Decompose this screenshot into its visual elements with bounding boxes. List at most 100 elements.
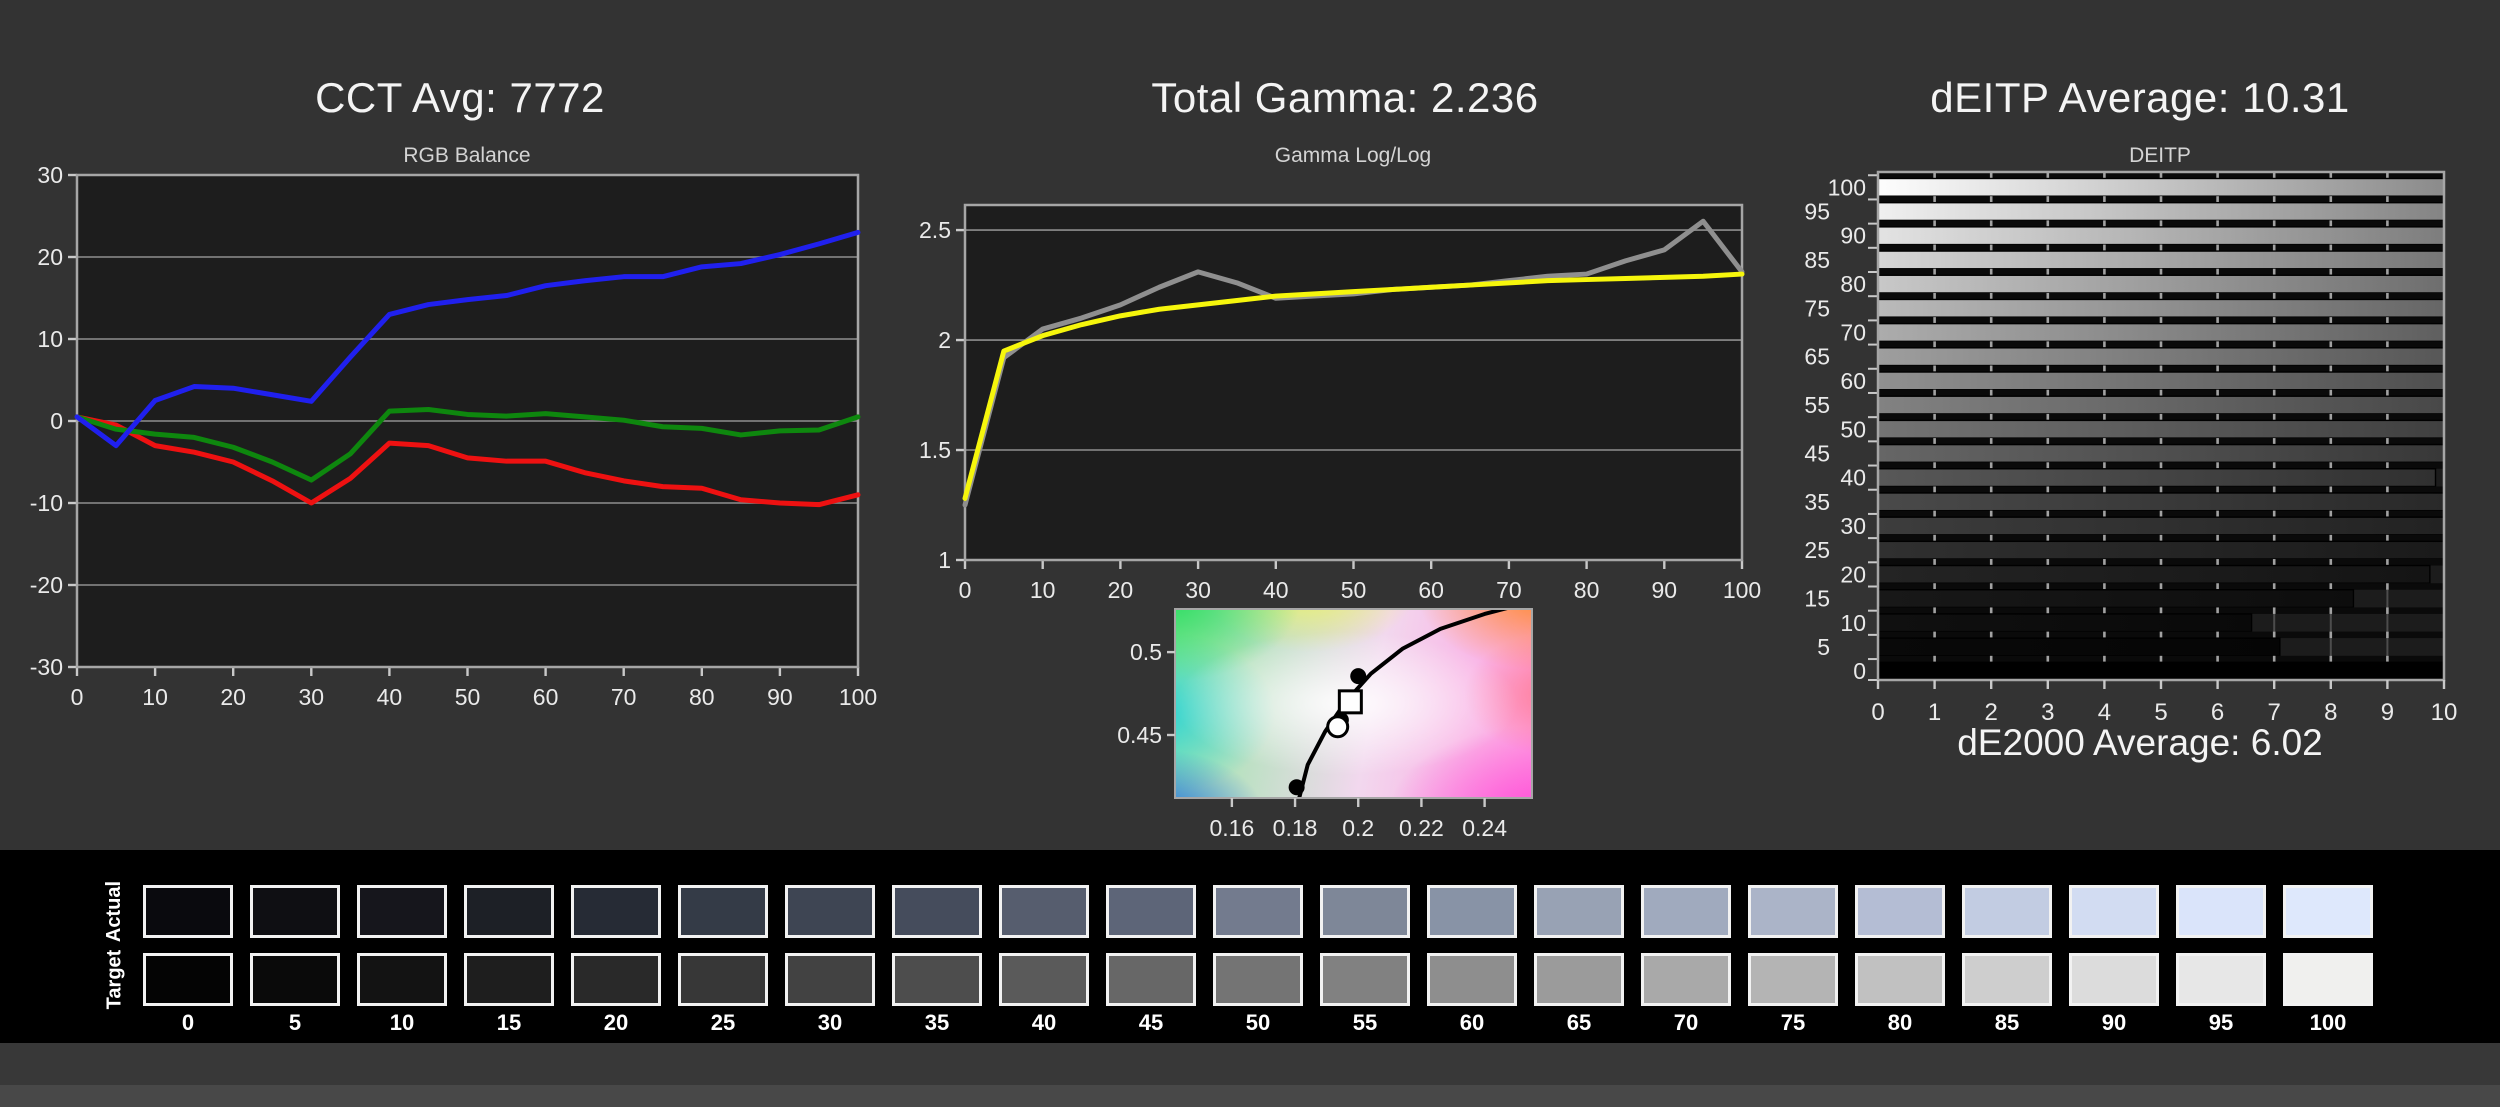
svg-text:60: 60 — [1840, 368, 1866, 394]
swatch-label: 60 — [1459, 1010, 1485, 1035]
svg-text:2.5: 2.5 — [919, 217, 951, 243]
svg-text:95: 95 — [1804, 199, 1830, 225]
svg-text:10: 10 — [1030, 577, 1056, 603]
swatch-target — [2069, 953, 2159, 1006]
svg-text:0: 0 — [1871, 699, 1884, 726]
svg-text:90: 90 — [767, 684, 793, 710]
swatch-actual — [892, 885, 982, 938]
swatch-actual — [999, 885, 1089, 938]
swatch-actual — [1962, 885, 2052, 938]
swatch-actual — [357, 885, 447, 938]
swatch-actual — [2283, 885, 2373, 938]
swatch-target — [250, 953, 340, 1006]
svg-text:2: 2 — [938, 327, 951, 353]
svg-text:70: 70 — [611, 684, 637, 710]
svg-text:100: 100 — [839, 684, 877, 710]
target-row-label: Target — [103, 949, 126, 1010]
calibration-report-page: CCT Avg: 7772 RGB Balance Total Gamma: 2… — [0, 0, 2500, 1107]
swatch-target — [1641, 953, 1731, 1006]
svg-text:3: 3 — [2041, 699, 2054, 726]
svg-text:0: 0 — [959, 577, 972, 603]
svg-text:10: 10 — [2431, 699, 2458, 726]
svg-text:90: 90 — [1840, 223, 1866, 249]
swatch-label: 40 — [1031, 1010, 1057, 1035]
svg-text:0.18: 0.18 — [1273, 815, 1318, 841]
swatch-actual — [143, 885, 233, 938]
rgb-balance-chart: 3020100-10-20-300 10 20 30 40 50 60 70 80 90 100 — [30, 162, 877, 710]
svg-text:65: 65 — [1804, 344, 1830, 370]
svg-text:10: 10 — [1840, 610, 1866, 636]
swatch-target — [143, 953, 233, 1006]
swatch-label: 0 — [181, 1010, 195, 1035]
svg-text:55: 55 — [1804, 392, 1830, 418]
swatch-actual — [1748, 885, 1838, 938]
svg-text:4: 4 — [2098, 699, 2111, 726]
swatch-target — [1534, 953, 1624, 1006]
svg-text:30: 30 — [299, 684, 325, 710]
svg-text:40: 40 — [1840, 465, 1866, 491]
swatch-label: 100 — [2309, 1010, 2347, 1035]
swatch-actual — [571, 885, 661, 938]
svg-text:20: 20 — [1840, 561, 1866, 587]
svg-text:0.5: 0.5 — [1130, 639, 1162, 665]
swatch-label: 55 — [1352, 1010, 1378, 1035]
swatch-actual — [464, 885, 554, 938]
swatch-target — [678, 953, 768, 1006]
svg-text:25: 25 — [1804, 537, 1830, 563]
swatch-label: 70 — [1673, 1010, 1699, 1035]
svg-text:0: 0 — [50, 408, 63, 434]
svg-text:85: 85 — [1804, 247, 1830, 273]
swatch-label: 65 — [1566, 1010, 1592, 1035]
svg-text:0.22: 0.22 — [1399, 815, 1444, 841]
svg-text:20: 20 — [220, 684, 246, 710]
svg-text:-20: -20 — [30, 572, 63, 598]
svg-text:50: 50 — [1840, 416, 1866, 442]
svg-text:45: 45 — [1804, 440, 1830, 466]
cie-chromaticity-chart: 0.16 0.18 0.2 0.22 0.24 0.5 0.45 — [1117, 608, 1533, 841]
svg-text:100: 100 — [1723, 577, 1761, 603]
svg-text:10: 10 — [37, 326, 63, 352]
swatch-actual — [1534, 885, 1624, 938]
swatch-target — [1962, 953, 2052, 1006]
svg-text:90: 90 — [1652, 577, 1678, 603]
svg-text:80: 80 — [1840, 271, 1866, 297]
swatch-label: 95 — [2208, 1010, 2234, 1035]
deitp-average-title: dEITP Average: 10.31 — [1930, 74, 2350, 121]
swatch-target — [785, 953, 875, 1006]
swatch-actual — [785, 885, 875, 938]
swatch-actual — [1106, 885, 1196, 938]
footer-edge-bar — [0, 1085, 2500, 1107]
swatch-target — [1213, 953, 1303, 1006]
swatch-target — [1855, 953, 1945, 1006]
svg-text:15: 15 — [1804, 586, 1830, 612]
svg-text:100: 100 — [1828, 174, 1866, 200]
deitp-bar-chart: 1009590858075706560555045403530252015105… — [1804, 170, 2458, 726]
grayscale-swatch-strip: Actual Target 0 5 10 15 20 25 30 35 40 45 50 55 60 65… — [0, 850, 2500, 1043]
svg-text:9: 9 — [2381, 699, 2394, 726]
svg-text:30: 30 — [1840, 513, 1866, 539]
swatch-target — [999, 953, 1089, 1006]
swatch-label: 15 — [496, 1010, 522, 1035]
svg-text:80: 80 — [689, 684, 715, 710]
svg-text:75: 75 — [1804, 295, 1830, 321]
svg-text:8: 8 — [2324, 699, 2337, 726]
swatch-target — [1427, 953, 1517, 1006]
svg-text:5: 5 — [1817, 634, 1830, 660]
swatch-label: 5 — [288, 1010, 302, 1035]
swatch-label: 10 — [389, 1010, 415, 1035]
swatch-target — [464, 953, 554, 1006]
svg-text:20: 20 — [37, 244, 63, 270]
svg-text:0.2: 0.2 — [1342, 815, 1374, 841]
swatch-target — [1106, 953, 1196, 1006]
svg-text:10: 10 — [142, 684, 168, 710]
swatch-label: 90 — [2101, 1010, 2127, 1035]
actual-row-label: Actual — [103, 880, 126, 943]
swatch-label: 50 — [1245, 1010, 1271, 1035]
svg-text:6: 6 — [2211, 699, 2224, 726]
svg-text:7: 7 — [2268, 699, 2281, 726]
swatch-actual — [1641, 885, 1731, 938]
footer-bar — [0, 1043, 2500, 1085]
swatch-label: 25 — [710, 1010, 736, 1035]
svg-text:35: 35 — [1804, 489, 1830, 515]
swatch-target — [357, 953, 447, 1006]
